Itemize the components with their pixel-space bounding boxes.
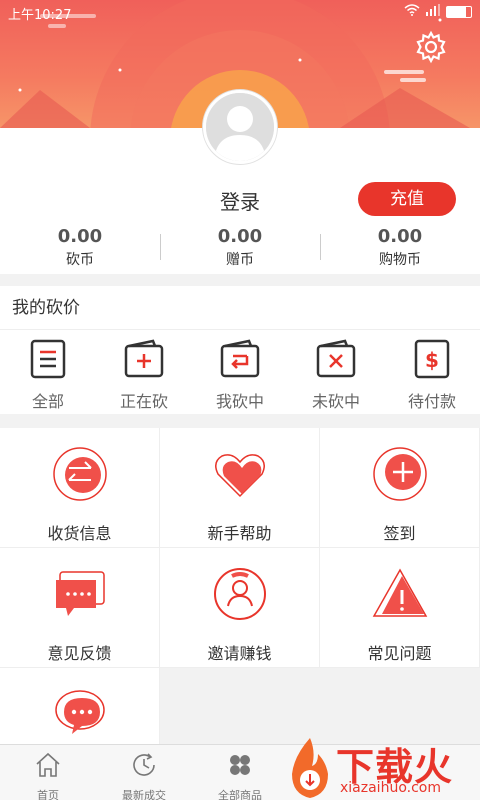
tab-label: 全部商品 (218, 789, 262, 800)
login-link[interactable]: 登录 (190, 186, 290, 215)
grid-label: 签到 (383, 524, 416, 543)
stat-value: 0.00 (377, 226, 423, 247)
grid-beginner-help[interactable]: 新手帮助 (160, 428, 320, 548)
user-silhouette-icon (206, 93, 274, 161)
grid-feedback[interactable]: 意见反馈 (0, 548, 160, 668)
tab-home[interactable]: 首页 (0, 745, 96, 800)
bargain-pending-payment[interactable]: $ 待付款 (384, 330, 480, 414)
bargain-status-row: 全部 正在砍 我砍中 未砍中 $ 待付款 (0, 330, 480, 414)
section-title: 我的砍价 (0, 286, 480, 330)
stat-label: 赠币 (226, 252, 254, 268)
chat-icon (54, 690, 105, 734)
grid-label: 收货信息 (47, 524, 112, 543)
bargain-label: 正在砍 (119, 392, 168, 411)
grid-label: 常见问题 (367, 644, 432, 663)
wallet-x-icon (316, 339, 356, 378)
stat-kanbi[interactable]: 0.00 砍币 (0, 224, 160, 274)
bargain-in-progress[interactable]: 正在砍 (96, 330, 192, 414)
user-icon (213, 568, 266, 620)
stat-zengbi[interactable]: 0.00 赠币 (160, 224, 320, 274)
grid-label: 意见反馈 (47, 644, 112, 663)
battery-icon (446, 6, 472, 18)
clock-icon (133, 753, 155, 776)
stat-label: 砍币 (66, 252, 94, 268)
wallet-plus-icon (124, 339, 164, 378)
watermark-subtitle: xiazaihuo.com (340, 780, 441, 796)
grid-label: 邀请赚钱 (207, 644, 272, 663)
grid-shipping-info[interactable]: 收货信息 (0, 428, 160, 548)
stat-shopping-coin[interactable]: 0.00 购物币 (320, 224, 480, 274)
svg-text:$: $ (425, 348, 439, 372)
watermark-logo: 下载火 xiazaihuo.com (284, 736, 480, 800)
feature-grid: 收货信息 新手帮助 签到 意见反馈 邀请赚钱 常见问题 (0, 428, 480, 788)
tab-label: 首页 (37, 789, 59, 800)
grid-check-in[interactable]: 签到 (320, 428, 480, 548)
page: 上午10:27 登录 充值 0.00 砍币 0.00 赠币 0.00 购物币 我… (0, 0, 480, 800)
status-icons (404, 4, 472, 20)
tab-latest-deals[interactable]: 最新成交 (96, 745, 192, 800)
warning-icon (372, 568, 427, 617)
avatar[interactable] (203, 90, 277, 164)
grid-faq[interactable]: 常见问题 (320, 548, 480, 668)
gear-icon[interactable] (414, 30, 448, 64)
exchange-icon (52, 447, 107, 501)
tab-all-products[interactable]: 全部商品 (192, 745, 288, 800)
my-bargain-section: 我的砍价 全部 正在砍 我砍中 未砍中 $ 待付款 (0, 286, 480, 414)
grid-label: 新手帮助 (207, 524, 272, 543)
stat-value: 0.00 (57, 226, 103, 247)
wallet-return-icon (220, 339, 260, 378)
bargain-won[interactable]: 我砍中 (192, 330, 288, 414)
feedback-icon (55, 571, 105, 616)
list-icon (30, 339, 66, 379)
status-time: 上午10:27 (8, 8, 72, 23)
plus-circle-icon (372, 447, 427, 501)
flame-logo-icon (292, 738, 328, 798)
tab-label: 最新成交 (122, 789, 166, 800)
balance-stats: 0.00 砍币 0.00 赠币 0.00 购物币 (0, 224, 480, 274)
status-bar: 上午10:27 (0, 0, 480, 24)
signal-icon (426, 4, 440, 20)
stat-value: 0.00 (217, 226, 263, 247)
wifi-icon (404, 4, 420, 20)
bargain-all[interactable]: 全部 (0, 330, 96, 414)
home-icon (36, 752, 60, 777)
heart-tag-icon (214, 454, 265, 498)
bargain-label: 我砍中 (215, 392, 264, 411)
grid-invite-earn[interactable]: 邀请赚钱 (160, 548, 320, 668)
bargain-lost[interactable]: 未砍中 (288, 330, 384, 414)
bargain-label: 全部 (31, 392, 64, 411)
grid-icon (230, 755, 250, 775)
wallet-dollar-icon: $ (414, 339, 450, 379)
recharge-button[interactable]: 充值 (358, 182, 456, 216)
stat-label: 购物币 (379, 252, 421, 268)
bargain-label: 待付款 (407, 392, 456, 411)
bargain-label: 未砍中 (311, 392, 360, 411)
